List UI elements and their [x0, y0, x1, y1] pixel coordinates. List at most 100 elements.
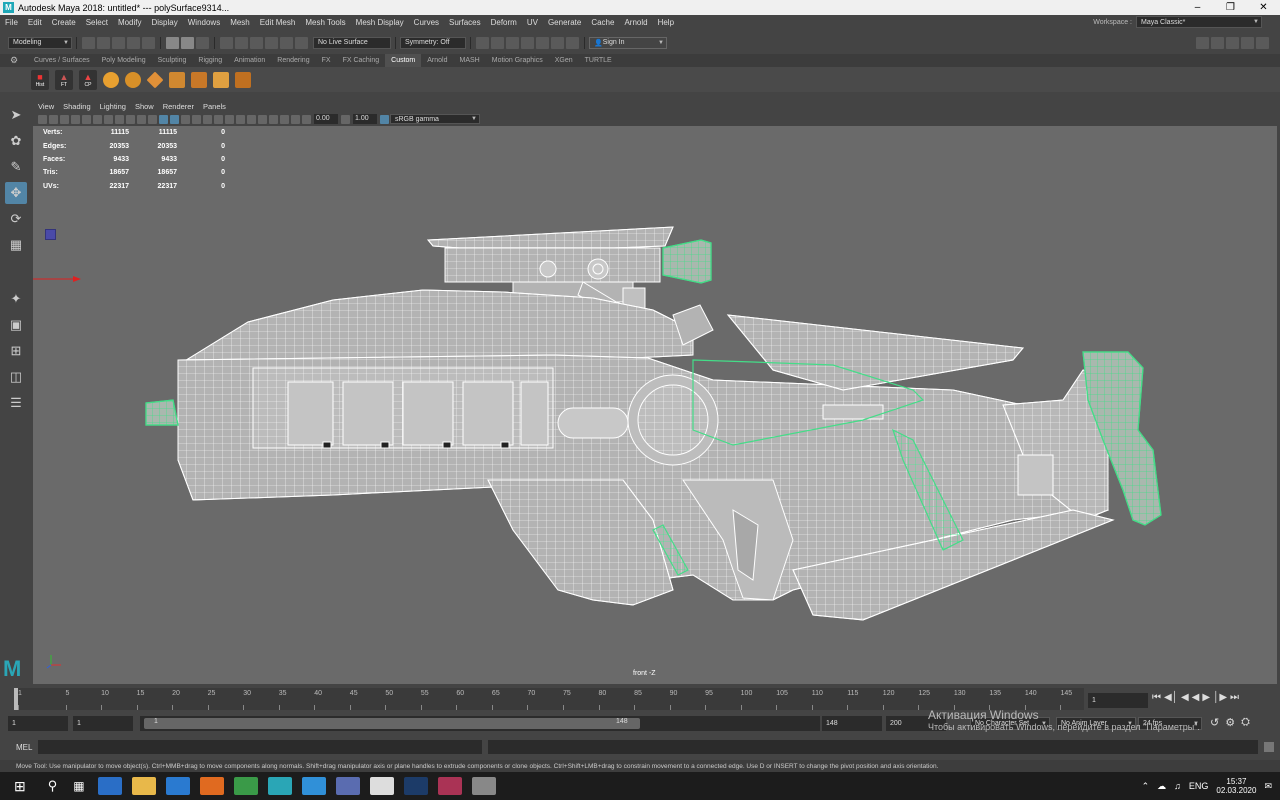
shelf-tab-xgen[interactable]: XGen	[549, 54, 579, 67]
app-icon-3[interactable]	[471, 777, 496, 795]
search-icon[interactable]: ⚲	[48, 778, 58, 794]
pause-icon[interactable]	[566, 36, 579, 49]
language-indicator[interactable]: ENG	[1189, 781, 1209, 791]
auto-key-icon[interactable]: ⚙	[1225, 716, 1235, 729]
open-scene-icon[interactable]	[97, 36, 110, 49]
hypershade-icon[interactable]	[536, 36, 549, 49]
shelf-tab-custom[interactable]: Custom	[385, 54, 422, 67]
sign-in-button[interactable]: 👤 Sign In ▼	[589, 36, 667, 49]
volume-icon[interactable]: ♫	[1174, 781, 1181, 791]
go-to-end-icon[interactable]: ⏭	[1230, 692, 1239, 703]
menu-mesh[interactable]: Mesh	[225, 18, 255, 27]
lasso-tool-icon[interactable]: ✿	[5, 130, 27, 152]
menu-uv[interactable]: UV	[522, 18, 543, 27]
menu-curves[interactable]: Curves	[409, 18, 444, 27]
close-button[interactable]: ✕	[1247, 2, 1280, 13]
shelf-tab-fx[interactable]: FX	[316, 54, 337, 67]
symmetry-dropdown[interactable]: Symmetry: Off	[400, 36, 466, 49]
ipr-render-icon[interactable]	[506, 36, 519, 49]
save-scene-icon[interactable]	[112, 36, 125, 49]
preferences-icon[interactable]: ⛭	[1241, 716, 1250, 729]
shelf-bevel-icon[interactable]	[125, 71, 141, 88]
time-slider[interactable]: 1 5 10 15 20 25 30 35 40 45 50 55 60 65 70 75 80 85 90 95 10…	[14, 688, 1084, 710]
menu-display[interactable]: Display	[147, 18, 183, 27]
menu-windows[interactable]: Windows	[183, 18, 225, 27]
go-to-start-icon[interactable]: ⏮	[1152, 692, 1161, 703]
edge-browser-icon[interactable]	[97, 777, 122, 795]
outliner-icon[interactable]	[1256, 36, 1269, 49]
snap-grid-icon[interactable]	[220, 36, 233, 49]
step-back-key-icon[interactable]: ◀│	[1164, 692, 1178, 703]
outliner-layout-icon[interactable]: ☰	[5, 392, 27, 414]
shelf-tab-arnold[interactable]: Arnold	[421, 54, 453, 67]
rotate-tool-icon[interactable]: ⟳	[5, 208, 27, 230]
shelf-tab-curves-surfaces[interactable]: Curves / Surfaces	[28, 54, 96, 67]
tool-settings-icon[interactable]	[1226, 36, 1239, 49]
shelf-diamond-icon[interactable]	[146, 71, 164, 88]
shelf-tab-sculpting[interactable]: Sculpting	[152, 54, 193, 67]
menu-cache[interactable]: Cache	[586, 18, 619, 27]
photoshop-icon[interactable]	[403, 777, 428, 795]
playback-end-field[interactable]: 148	[822, 716, 882, 731]
render-frame-icon[interactable]	[476, 36, 489, 49]
shelf-grid-icon[interactable]	[169, 71, 185, 88]
clock[interactable]: 15:37 02.03.2020	[1216, 777, 1256, 795]
shelf-tab-rigging[interactable]: Rigging	[192, 54, 228, 67]
four-view-layout-icon[interactable]: ⊞	[5, 340, 27, 362]
move-tool-icon[interactable]: ✥	[5, 182, 27, 204]
minimize-button[interactable]: –	[1181, 2, 1214, 13]
tray-chevron-icon[interactable]: ⌃	[1142, 781, 1150, 792]
select-component-icon[interactable]	[196, 36, 209, 49]
snap-plane-icon[interactable]	[265, 36, 278, 49]
menu-set-dropdown[interactable]: Modeling ▼	[8, 36, 72, 49]
current-frame-field[interactable]: 1	[1088, 693, 1148, 708]
weapon-model-wireframe[interactable]	[33, 100, 1277, 684]
shelf-sphere-icon[interactable]	[103, 71, 119, 88]
menu-arnold[interactable]: Arnold	[619, 18, 652, 27]
select-hierarchy-icon[interactable]	[166, 36, 179, 49]
shelf-tab-fx-caching[interactable]: FX Caching	[337, 54, 386, 67]
single-view-layout-icon[interactable]: ▣	[5, 314, 27, 336]
loop-icon[interactable]: ↺	[1210, 716, 1219, 729]
snap-curve-icon[interactable]	[235, 36, 248, 49]
app-icon-1[interactable]	[335, 777, 360, 795]
shelf-tab-rendering[interactable]: Rendering	[271, 54, 315, 67]
viewport-panel[interactable]: View Shading Lighting Show Renderer Panels 0.…	[33, 100, 1277, 684]
render-settings-icon[interactable]	[521, 36, 534, 49]
mel-input[interactable]	[38, 740, 482, 754]
live-surface-field[interactable]: No Live Surface	[313, 36, 391, 49]
menu-edit[interactable]: Edit	[23, 18, 47, 27]
shelf-tab-animation[interactable]: Animation	[228, 54, 271, 67]
playback-start-field[interactable]: 1	[73, 716, 133, 731]
mail-icon[interactable]	[165, 777, 190, 795]
scene-start-field[interactable]: 1	[8, 716, 68, 731]
shelf-ft-button[interactable]: ▲ FT	[55, 69, 73, 90]
menu-surfaces[interactable]: Surfaces	[444, 18, 486, 27]
menu-file[interactable]: File	[0, 18, 23, 27]
shelf-tab-mash[interactable]: MASH	[454, 54, 486, 67]
maximize-button[interactable]: ❐	[1214, 2, 1247, 13]
modeling-toolkit-icon[interactable]	[1196, 36, 1209, 49]
range-slider[interactable]: 1 148	[140, 716, 820, 731]
workspace-dropdown[interactable]: Maya Classic* ▼	[1136, 16, 1262, 28]
redo-icon[interactable]	[142, 36, 155, 49]
undo-icon[interactable]	[127, 36, 140, 49]
step-forward-key-icon[interactable]: │▶	[1213, 692, 1227, 703]
shelf-tab-motion-graphics[interactable]: Motion Graphics	[486, 54, 549, 67]
script-editor-icon[interactable]	[1264, 742, 1274, 752]
menu-edit-mesh[interactable]: Edit Mesh	[255, 18, 301, 27]
step-back-frame-icon[interactable]: ◀	[1181, 692, 1189, 703]
snap-point-icon[interactable]	[250, 36, 263, 49]
menu-generate[interactable]: Generate	[543, 18, 586, 27]
play-back-icon[interactable]: ◀	[1192, 692, 1200, 703]
shelf-tab-turtle[interactable]: TURTLE	[579, 54, 618, 67]
menu-select[interactable]: Select	[81, 18, 113, 27]
last-tool-icon[interactable]: ✦	[5, 288, 27, 310]
attribute-editor-icon[interactable]	[1211, 36, 1224, 49]
render-sequence-icon[interactable]	[491, 36, 504, 49]
shelf-cubes-icon[interactable]	[191, 71, 207, 88]
notifications-icon[interactable]: ✉	[1264, 781, 1272, 792]
shelf-cluster-icon[interactable]	[235, 71, 251, 88]
chrome-icon[interactable]	[233, 777, 258, 795]
file-explorer-icon[interactable]	[131, 777, 156, 795]
